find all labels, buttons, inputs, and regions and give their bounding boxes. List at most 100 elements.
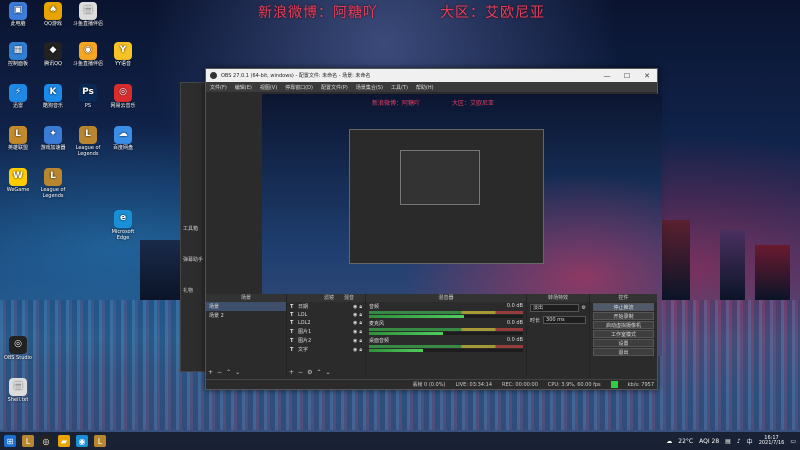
tab-mixer[interactable]: 混音 [340,294,359,302]
volume-slider[interactable] [369,332,523,335]
maximize-button[interactable]: ☐ [617,72,637,80]
source-name: 图片1 [298,329,312,335]
scene-item[interactable]: 场景 [206,302,286,311]
source-item[interactable]: T LOL2 ◉ 🔒︎ [287,319,365,327]
eye-icon[interactable]: ◉ [353,329,357,335]
aqi[interactable]: AQI 28 [699,438,719,445]
league-icon[interactable]: L [22,435,34,447]
desktop-icon[interactable]: Y YY语音 [105,42,141,68]
menu-docks[interactable]: 停靠窗口(D) [285,84,313,91]
lock-icon[interactable]: 🔒︎ [359,338,362,344]
mixer-dock: 混音器 音频 0.0 dB 麦克风 0.0 dB 桌面音频 0.0 dB [366,294,526,377]
source-item[interactable]: T 日期 ◉ 🔒︎ [287,302,365,311]
desktop-icon[interactable]: K 酷狗音乐 [35,84,71,110]
down-icon[interactable]: ⌄ [235,369,240,376]
browser-icon[interactable]: ◉ [76,435,88,447]
desktop-icon[interactable]: ▣ 此电脑 [0,2,36,28]
source-item[interactable]: T 文字 ◉ 🔒︎ [287,345,365,354]
volume-icon[interactable]: ♪ [737,438,741,445]
desktop-icon[interactable]: ☁ 百度网盘 [105,126,141,152]
volume-slider-fill [369,332,443,335]
menu-view[interactable]: 视图(V) [260,84,277,91]
text-source-icon: T [290,320,294,326]
studio-mode-button[interactable]: 工作室模式 [593,330,654,338]
notification-icon[interactable]: ▭ [790,438,796,445]
desktop-icon[interactable]: Ps PS [70,84,106,110]
lock-icon[interactable]: 🔒︎ [359,304,362,310]
desktop-icon[interactable]: L 英雄联盟 [0,126,36,152]
volume-slider[interactable] [369,349,523,352]
menu-profile[interactable]: 配置文件(P) [321,84,348,91]
obs-icon[interactable]: ◎ [40,435,52,447]
menu-scene-collection[interactable]: 场景集合(S) [356,84,383,91]
desktop-icon[interactable]: ▦ 控制面板 [0,42,36,68]
gear-icon[interactable]: ⚙ [307,369,312,376]
add-icon[interactable]: + [208,369,213,376]
clock[interactable]: 16:17 2021/7/16 [759,435,785,447]
menu-edit[interactable]: 编辑(E) [235,84,252,91]
up-icon[interactable]: ⌃ [226,369,231,376]
network-icon[interactable]: ▤ [725,438,731,445]
status-rec: REC: 00:00:00 [502,381,538,388]
lock-icon[interactable]: 🔒︎ [359,312,362,318]
desktop-icon[interactable]: ▤ Shell.txt [0,378,36,404]
source-item[interactable]: T 图片1 ◉ 🔒︎ [287,327,365,336]
desktop-icon[interactable]: ♠ QQ游戏 [35,2,71,28]
remove-icon[interactable]: − [217,369,222,376]
weather-temp[interactable]: 22°C [678,438,693,445]
text-source-icon: T [290,328,294,335]
remove-icon[interactable]: − [298,369,303,376]
start-recording-button[interactable]: 开始录制 [593,312,654,320]
source-item[interactable]: T LOL ◉ 🔒︎ [287,311,365,319]
eye-icon[interactable]: ◉ [353,347,357,353]
gear-icon[interactable]: ⚙ [582,305,586,311]
up-icon[interactable]: ⌃ [316,369,321,376]
menu-tools[interactable]: 工具(T) [391,84,408,91]
source-item[interactable]: T 图片2 ◉ 🔒︎ [287,336,365,345]
virtual-camera-button[interactable]: 启动虚拟摄像机 [593,321,654,329]
text-source-icon: T [290,303,294,310]
eye-icon[interactable]: ◉ [353,304,357,310]
league-icon[interactable]: L [94,435,106,447]
lock-icon[interactable]: 🔒︎ [359,347,362,353]
desktop-icon[interactable]: ◎ 网易云音乐 [105,84,141,110]
desktop-icon[interactable]: ◎ OBS Studio [0,336,36,362]
exit-button[interactable]: 退出 [593,348,654,356]
eye-icon[interactable]: ◉ [353,320,357,326]
settings-button[interactable]: 设置 [593,339,654,347]
mixer-title: 混音器 [366,294,526,302]
menu-help[interactable]: 帮助(H) [416,84,434,91]
duration-input[interactable]: 300 ms [543,316,586,324]
tab-filters[interactable]: 滤镜 [320,294,339,302]
scene-item[interactable]: 场景 2 [206,311,286,320]
desktop-icon[interactable]: e Microsoft Edge [105,210,141,241]
stop-streaming-button[interactable]: 停止推流 [593,303,654,311]
cloud-icon[interactable]: ☁ [666,438,672,445]
input-language[interactable]: 中 [747,437,753,446]
desktop-icon-label: 迅雷 [12,103,23,109]
lock-icon[interactable]: 🔒︎ [359,329,362,335]
minimize-button[interactable]: — [597,72,617,80]
desktop-icon[interactable]: W WeGame [0,168,36,194]
obs-titlebar[interactable]: OBS 27.0.1 (64-bit, windows) - 配置文件: 未命名… [206,69,657,82]
eye-icon[interactable]: ◉ [353,338,357,344]
volume-slider[interactable] [369,315,523,318]
transition-select[interactable]: 淡出 [530,304,579,312]
down-icon[interactable]: ⌄ [325,369,330,376]
add-icon[interactable]: + [289,369,294,376]
desktop-icon[interactable]: ◉ 斗鱼直播伴侣 [70,42,106,68]
obs-window[interactable]: OBS 27.0.1 (64-bit, windows) - 配置文件: 未命名… [205,68,662,390]
desktop-icon[interactable]: ✦ 游戏加速器 [35,126,71,152]
desktop-icon[interactable]: ◆ 腾讯QQ [35,42,71,68]
desktop-icon[interactable]: L League of Legends [35,168,71,199]
lock-icon[interactable]: 🔒︎ [359,320,362,326]
folder-icon[interactable]: ▰ [58,435,70,447]
desktop-icon[interactable]: ⚡ 迅雷 [0,84,36,110]
desktop-icon-label: 英雄联盟 [7,145,28,151]
eye-icon[interactable]: ◉ [353,312,357,318]
close-button[interactable]: ✕ [637,72,657,80]
desktop-icon[interactable]: ▤ 斗鱼直播伴侣 [70,2,106,28]
desktop-icon[interactable]: L League of Legends [70,126,106,157]
windows-icon[interactable]: ⊞ [4,435,16,447]
menu-file[interactable]: 文件(F) [210,84,227,91]
